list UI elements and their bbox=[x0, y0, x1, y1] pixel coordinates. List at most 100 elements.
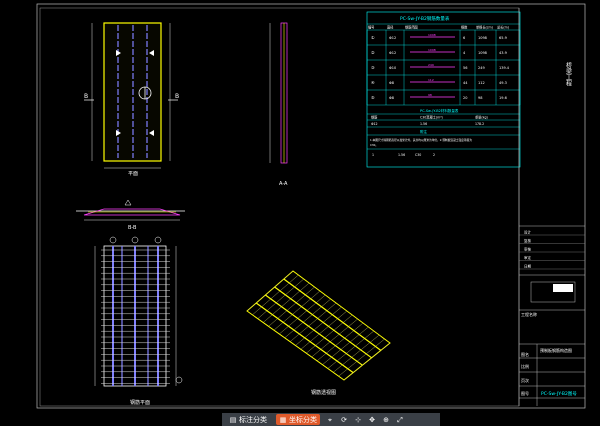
table-cell-id: ① bbox=[371, 35, 375, 40]
section-b-label: B-B bbox=[128, 225, 137, 231]
table-cell-total: 43.9 bbox=[499, 51, 507, 55]
fullscreen-icon[interactable]: ⤢ bbox=[396, 416, 404, 424]
iso-cross-bar bbox=[284, 298, 331, 338]
note-row-cell: 1.56 bbox=[398, 153, 405, 157]
section-b-view bbox=[76, 199, 185, 221]
note-row-cell: C30 bbox=[415, 153, 421, 157]
table-cell-dia: Φ12 bbox=[389, 36, 396, 40]
iso-cross-bar bbox=[279, 294, 326, 335]
iso-cross-bar bbox=[338, 338, 385, 377]
section-a-label: A-A bbox=[279, 181, 288, 187]
measure-icon[interactable]: ⌖ bbox=[326, 416, 334, 424]
sub-table-cell: 178.2 bbox=[475, 122, 484, 126]
note-text: 1.本图尺寸除钢筋直径以毫米计外，其余均以厘米为单位。2.预制板混凝土强度等级为 bbox=[370, 138, 472, 142]
rebar-plan-label: 钢筋平面 bbox=[130, 399, 150, 406]
table-cell-count: 6 bbox=[463, 36, 465, 40]
table-cell-unitlen: 249 bbox=[478, 66, 485, 70]
table-cell-total: 65.9 bbox=[499, 36, 507, 40]
sub-table-title: PC-Sw-JY-B2材料数量表 bbox=[420, 108, 459, 113]
table-cell-count: 4 bbox=[463, 51, 466, 55]
plan-view: B B bbox=[84, 22, 179, 169]
table-cell-id: ③ bbox=[371, 65, 375, 70]
layers-icon: ▤ bbox=[229, 415, 237, 424]
iso-cross-bar bbox=[333, 334, 380, 373]
cad-drawing-canvas[interactable]: B B 平面 A-A B-B 钢筋平面 钢筋透视图 编号 直径 钢筋简图 根数 … bbox=[0, 0, 600, 426]
section-a-view bbox=[269, 22, 288, 164]
annotation-class-button[interactable]: ▤ 标注分类 bbox=[226, 414, 270, 425]
table-cell-id: ② bbox=[371, 50, 375, 55]
table-header-cell: 编号 bbox=[368, 25, 374, 30]
sub-table-cell: 1.56 bbox=[420, 122, 427, 126]
iso-cross-bar bbox=[246, 270, 294, 312]
grid-icon: ▦ bbox=[279, 415, 287, 424]
table-cell-unitlen: 112 bbox=[478, 81, 485, 85]
table-cell-unitlen: 98 bbox=[478, 96, 482, 100]
drawing-no: PC-Sw-JY-B2图号 bbox=[541, 391, 577, 397]
signoff-label: 设计 bbox=[524, 230, 532, 235]
iso-cross-bar bbox=[295, 306, 342, 346]
table-cell-count: 44 bbox=[463, 81, 468, 85]
table-cell-count: 20 bbox=[463, 96, 467, 100]
zoom-icon[interactable]: ⊕ bbox=[382, 416, 390, 424]
iso-cross-bar bbox=[263, 282, 310, 323]
pan-icon[interactable]: ✥ bbox=[368, 416, 376, 424]
table-cell-unitlen: 1098 bbox=[478, 51, 487, 55]
iso-cross-bar bbox=[289, 302, 337, 342]
iso-cross-bar bbox=[316, 322, 364, 361]
title-block: 设计复核审核审定日期 bbox=[518, 8, 585, 406]
table-cell-dia: Φ8 bbox=[389, 96, 394, 100]
project-name-label: 工程名称 bbox=[521, 311, 537, 317]
table-cell-total: 19.6 bbox=[499, 96, 507, 100]
iso-cross-bar bbox=[300, 310, 348, 350]
vertical-title: 桥梁工程 bbox=[565, 61, 572, 87]
annotation-class-label: 标注分类 bbox=[239, 415, 267, 424]
table-header-cell: 直径 bbox=[387, 25, 394, 30]
table-cell-len: 98 bbox=[428, 93, 432, 97]
signoff-label: 审核 bbox=[524, 247, 532, 252]
sub-table-cell: Φ12 bbox=[371, 122, 378, 126]
table-cell-len: 249 bbox=[428, 63, 434, 67]
table-cell-dia: Φ10 bbox=[389, 66, 396, 70]
table-cell-unitlen: 1098 bbox=[478, 36, 487, 40]
snap-icon[interactable]: ⊹ bbox=[354, 416, 362, 424]
drawing-title-label: 图名 bbox=[521, 351, 529, 357]
table-cell-count: 56 bbox=[463, 66, 467, 70]
table-cell-total: 49.3 bbox=[499, 81, 507, 85]
plan-view-label: 平面 bbox=[128, 171, 138, 177]
iso-cross-bar bbox=[343, 342, 391, 381]
iso-cross-bar bbox=[257, 278, 304, 319]
sheet-label: 页次 bbox=[521, 377, 529, 383]
drawing-title: 预制板钢筋构造图 bbox=[540, 347, 572, 353]
scale-label: 比例 bbox=[521, 363, 529, 369]
table-cell-id: ④ bbox=[371, 80, 375, 85]
table-header-cell: 钢筋简图 bbox=[405, 25, 418, 30]
table-cell-id: ⑤ bbox=[371, 95, 375, 100]
sub-table-header: C30混凝土(m³) bbox=[420, 115, 443, 120]
table-cell-dia: Φ12 bbox=[389, 51, 396, 55]
iso-cross-bar bbox=[268, 286, 315, 327]
table-cell-dia: Φ8 bbox=[389, 81, 394, 85]
signoff-label: 复核 bbox=[524, 238, 532, 243]
note-row-cell: 2 bbox=[433, 153, 435, 157]
iso-cross-bar bbox=[311, 318, 358, 358]
iso-cross-bar bbox=[322, 326, 369, 365]
iso-cross-bar bbox=[327, 330, 374, 369]
table-cell-total: 139.4 bbox=[499, 66, 510, 70]
table-header-cell: 单根长(cm) bbox=[476, 25, 493, 30]
sub-table-header: 钢筋 bbox=[371, 115, 377, 120]
table-header-cell: 根数 bbox=[461, 25, 468, 30]
table-cell-len: 1098 bbox=[428, 33, 436, 37]
signoff-label: 日期 bbox=[524, 264, 532, 269]
status-bar: ▤ 标注分类 ▦ 坐标分类 ⌖ ⟳ ⊹ ✥ ⊕ ⤢ bbox=[222, 413, 440, 426]
coordinate-class-button[interactable]: ▦ 坐标分类 bbox=[276, 414, 320, 425]
table-header-cell: 总长(m) bbox=[497, 25, 509, 30]
iso-cross-bar bbox=[273, 290, 321, 331]
note-text-2: C30。 bbox=[370, 143, 378, 147]
quantity-table-title: PC-Sw-JY-B2钢筋数量表 bbox=[400, 15, 450, 22]
note-row-cell: 1 bbox=[372, 153, 374, 157]
table-cell-len: 112 bbox=[428, 78, 434, 82]
section-mark-left: B bbox=[84, 93, 88, 100]
quantity-table: 编号 直径 钢筋简图 根数 单根长(cm) 总长(m) ① Φ12 1098 6 1098 65.9 ②… bbox=[366, 11, 521, 168]
rotate-icon[interactable]: ⟳ bbox=[340, 416, 348, 424]
table-cell-len: 1098 bbox=[428, 48, 436, 52]
